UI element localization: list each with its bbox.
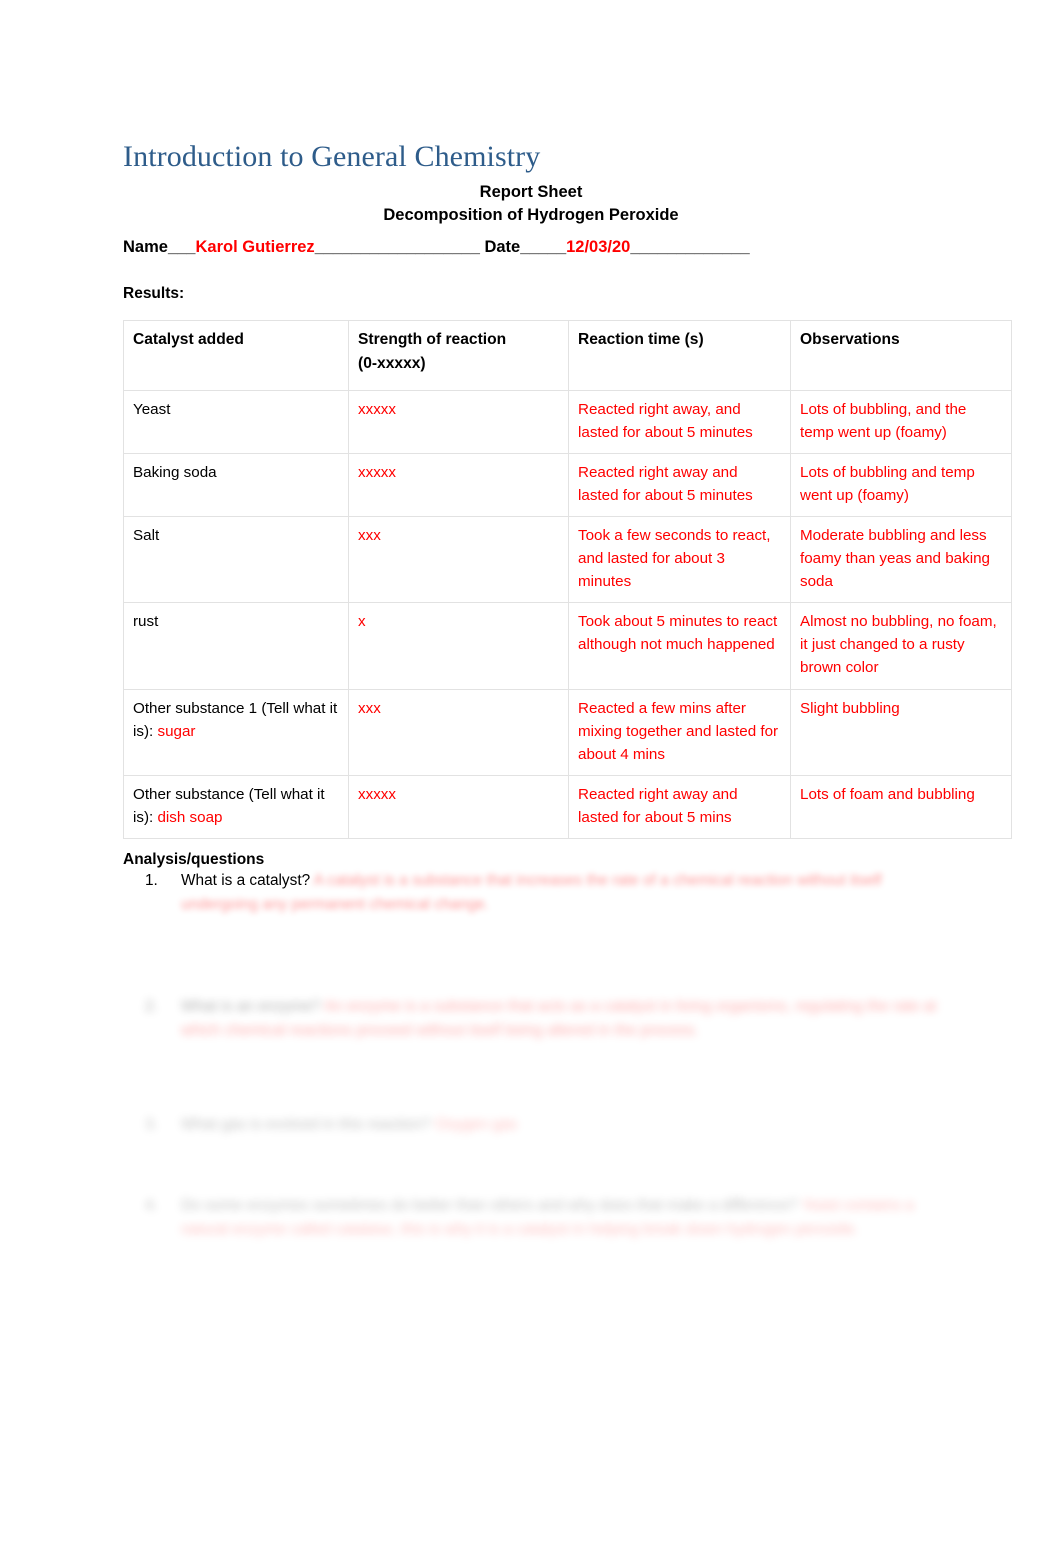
question-answer: Oxygen gas bbox=[435, 1115, 518, 1133]
date-value: 12/03/20 bbox=[566, 238, 631, 257]
cell-observations: Lots of bubbling, and the temp went up (… bbox=[790, 389, 1012, 454]
question-spacer bbox=[123, 1136, 939, 1194]
header-observations: Observations bbox=[790, 320, 1012, 391]
question-body: What is an enzyme? An enzyme is a substa… bbox=[181, 995, 939, 1043]
cell-reaction-time: Reacted right away, and lasted for about… bbox=[568, 389, 791, 454]
cell-catalyst: Yeast bbox=[123, 389, 349, 454]
question-body: What gas is evolved in this reaction? Ox… bbox=[181, 1113, 939, 1137]
cell-strength: xxxxx bbox=[348, 389, 569, 454]
document-content: Introduction to General Chemistry Report… bbox=[123, 140, 1012, 1242]
cell-observations: Slight bubbling bbox=[790, 688, 1012, 776]
question-text: Do some enzymes sometimes do better than… bbox=[181, 1197, 798, 1215]
question-spacer bbox=[123, 1043, 939, 1113]
date-rule: _____________ bbox=[630, 238, 750, 257]
question-body: Do some enzymes sometimes do better than… bbox=[181, 1194, 939, 1242]
report-header: Report Sheet Decomposition of Hydrogen P… bbox=[123, 181, 939, 228]
question-number: 4. bbox=[145, 1197, 158, 1215]
question-number: 3. bbox=[145, 1115, 158, 1133]
question-body: What is a catalyst? A catalyst is a subs… bbox=[181, 869, 939, 917]
cell-observations: Moderate bubbling and less foamy than ye… bbox=[790, 516, 1012, 604]
cell-observations: Almost no bubbling, no foam, it just cha… bbox=[790, 602, 1012, 690]
cell-catalyst: Salt bbox=[123, 516, 349, 604]
question-item-3: 3. What gas is evolved in this reaction?… bbox=[123, 1113, 939, 1137]
catalyst-value: dish soap bbox=[157, 808, 223, 826]
catalyst-label: rust bbox=[133, 613, 159, 631]
cell-reaction-time: Reacted right away and lasted for about … bbox=[568, 452, 791, 518]
header-strength-line2: (0-xxxxx) bbox=[358, 354, 426, 372]
analysis-label: Analysis/questions bbox=[123, 851, 265, 869]
question-spacer bbox=[123, 917, 939, 995]
report-sheet-label: Report Sheet bbox=[479, 182, 583, 201]
cell-strength: xxx bbox=[348, 688, 569, 776]
question-text: What is a catalyst? bbox=[181, 872, 311, 890]
cell-strength: xxx bbox=[348, 516, 569, 604]
table-row: rust x Took about 5 minutes to react alt… bbox=[123, 602, 1012, 690]
cell-reaction-time: Reacted a few mins after mixing together… bbox=[568, 688, 791, 776]
question-text: What gas is evolved in this reaction? bbox=[181, 1115, 431, 1133]
cell-strength: x bbox=[348, 602, 569, 690]
table-row: Yeast xxxxx Reacted right away, and last… bbox=[123, 389, 1012, 454]
table-row: Baking soda xxxxx Reacted right away and… bbox=[123, 452, 1012, 518]
catalyst-value: sugar bbox=[157, 722, 196, 740]
results-table: Catalyst added Strength of reaction (0-xx… bbox=[123, 320, 1012, 840]
question-item-4: 4. Do some enzymes sometimes do better t… bbox=[123, 1194, 939, 1242]
table-header-row: Catalyst added Strength of reaction (0-xx… bbox=[123, 320, 1012, 391]
header-strength-of-reaction: Strength of reaction (0-xxxxx) bbox=[348, 320, 569, 391]
header-catalyst-added: Catalyst added bbox=[123, 320, 349, 391]
catalyst-label: Yeast bbox=[133, 400, 171, 418]
experiment-title: Decomposition of Hydrogen Peroxide bbox=[383, 205, 679, 224]
table-row: Other substance (Tell what it is): dish … bbox=[123, 774, 1012, 840]
results-label: Results: bbox=[123, 285, 185, 303]
name-value: Karol Gutierrez bbox=[195, 238, 315, 257]
catalyst-label: Salt bbox=[133, 527, 160, 545]
name-rule: __________________ bbox=[314, 238, 480, 257]
analysis-questions-list: 1. What is a catalyst? A catalyst is a s… bbox=[123, 869, 939, 1242]
cell-reaction-time: Reacted right away and lasted for about … bbox=[568, 774, 791, 840]
cell-strength: xxxxx bbox=[348, 774, 569, 840]
page-title: Introduction to General Chemistry bbox=[123, 140, 541, 173]
cell-reaction-time: Took a few seconds to react, and lasted … bbox=[568, 516, 791, 604]
cell-catalyst: Baking soda bbox=[123, 452, 349, 518]
name-label: Name___ bbox=[123, 238, 196, 257]
table-row: Other substance 1 (Tell what it is): sug… bbox=[123, 688, 1012, 776]
cell-observations: Lots of foam and bubbling bbox=[790, 774, 1012, 840]
cell-strength: xxxxx bbox=[348, 452, 569, 518]
table-row: Salt xxx Took a few seconds to react, an… bbox=[123, 516, 1012, 604]
name-date-row: Name___Karol Gutierrez__________________… bbox=[123, 236, 939, 260]
cell-catalyst: rust bbox=[123, 602, 349, 690]
cell-catalyst: Other substance 1 (Tell what it is): sug… bbox=[123, 688, 349, 776]
cell-observations: Lots of bubbling and temp went up (foamy… bbox=[790, 452, 1012, 518]
catalyst-label: Baking soda bbox=[133, 463, 217, 481]
date-label: Date_____ bbox=[484, 238, 567, 257]
header-strength-line1: Strength of reaction bbox=[358, 331, 507, 349]
question-item-2: 2. What is an enzyme? An enzyme is a sub… bbox=[123, 995, 939, 1043]
question-text: What is an enzyme? bbox=[181, 997, 321, 1015]
question-number: 2. bbox=[145, 997, 158, 1015]
cell-catalyst: Other substance (Tell what it is): dish … bbox=[123, 774, 349, 840]
question-number: 1. bbox=[145, 872, 158, 890]
document-page: Introduction to General Chemistry Report… bbox=[0, 0, 1062, 1556]
cell-reaction-time: Took about 5 minutes to react although n… bbox=[568, 602, 791, 690]
question-item-1: 1. What is a catalyst? A catalyst is a s… bbox=[123, 869, 939, 917]
header-reaction-time: Reaction time (s) bbox=[568, 320, 791, 391]
